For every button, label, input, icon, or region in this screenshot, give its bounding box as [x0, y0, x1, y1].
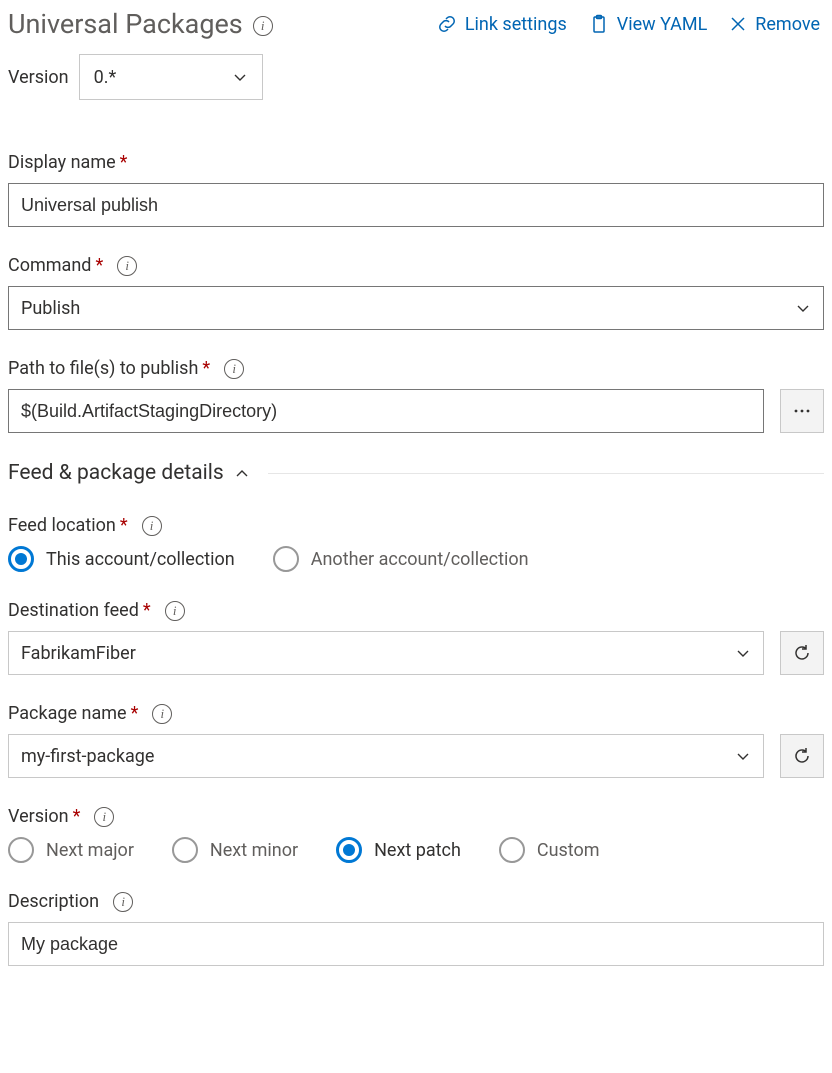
browse-button[interactable]	[780, 389, 824, 433]
info-icon[interactable]: i	[113, 892, 133, 912]
info-icon[interactable]: i	[224, 359, 244, 379]
info-icon[interactable]: i	[152, 704, 172, 724]
radio-circle-icon	[273, 546, 299, 572]
radio-label: This account/collection	[46, 549, 235, 570]
link-icon	[437, 14, 457, 34]
view-yaml-button[interactable]: View YAML	[589, 14, 708, 35]
path-input[interactable]	[8, 389, 764, 433]
chevron-down-icon	[795, 300, 811, 316]
view-yaml-label: View YAML	[617, 14, 708, 35]
info-icon[interactable]: i	[165, 601, 185, 621]
refresh-destination-button[interactable]	[780, 631, 824, 675]
divider	[268, 473, 824, 474]
destination-feed-value: FabrikamFiber	[21, 643, 136, 664]
refresh-icon	[792, 746, 812, 766]
path-label: Path to file(s) to publish	[8, 358, 198, 379]
radio-label: Custom	[537, 840, 600, 861]
package-name-select[interactable]: my-first-package	[8, 734, 764, 778]
clipboard-icon	[589, 14, 609, 34]
radio-label: Next patch	[374, 840, 461, 861]
radio-circle-icon	[172, 837, 198, 863]
display-name-input[interactable]	[8, 183, 824, 227]
page-title: Universal Packages	[8, 8, 243, 40]
link-settings-label: Link settings	[465, 14, 567, 35]
radio-next-minor[interactable]: Next minor	[172, 837, 298, 863]
version-label: Version	[8, 806, 69, 827]
info-icon[interactable]: i	[142, 516, 162, 536]
package-name-value: my-first-package	[21, 746, 154, 767]
radio-circle-icon	[499, 837, 525, 863]
chevron-down-icon	[735, 748, 751, 764]
description-input[interactable]	[8, 922, 824, 966]
radio-label: Next major	[46, 840, 134, 861]
radio-circle-icon	[8, 837, 34, 863]
command-label: Command	[8, 255, 91, 276]
radio-feed-this-account[interactable]: This account/collection	[8, 546, 235, 572]
package-name-label: Package name	[8, 703, 127, 724]
section-title: Feed & package details	[8, 461, 224, 485]
radio-custom[interactable]: Custom	[499, 837, 600, 863]
task-version-select[interactable]: 0.*	[79, 54, 263, 100]
chevron-down-icon	[735, 645, 751, 661]
radio-dot-icon	[336, 837, 362, 863]
more-icon	[793, 402, 811, 420]
info-icon[interactable]: i	[117, 256, 137, 276]
refresh-icon	[792, 643, 812, 663]
destination-feed-select[interactable]: FabrikamFiber	[8, 631, 764, 675]
refresh-package-button[interactable]	[780, 734, 824, 778]
radio-next-patch[interactable]: Next patch	[336, 837, 461, 863]
command-value: Publish	[21, 298, 80, 319]
remove-label: Remove	[755, 14, 820, 35]
feed-location-label: Feed location	[8, 515, 116, 536]
close-icon	[729, 15, 747, 33]
display-name-label: Display name	[8, 152, 116, 173]
description-label: Description	[8, 891, 99, 912]
radio-feed-another-account[interactable]: Another account/collection	[273, 546, 529, 572]
radio-label: Next minor	[210, 840, 298, 861]
link-settings-button[interactable]: Link settings	[437, 14, 567, 35]
radio-next-major[interactable]: Next major	[8, 837, 134, 863]
section-toggle-feed-details[interactable]: Feed & package details	[8, 461, 824, 485]
destination-feed-label: Destination feed	[8, 600, 139, 621]
radio-label: Another account/collection	[311, 549, 529, 570]
radio-dot-icon	[8, 546, 34, 572]
command-select[interactable]: Publish	[8, 286, 824, 330]
task-version-value: 0.*	[94, 67, 117, 88]
info-icon[interactable]: i	[94, 807, 114, 827]
chevron-down-icon	[232, 69, 248, 85]
chevron-up-icon	[234, 465, 250, 481]
remove-button[interactable]: Remove	[729, 14, 820, 35]
task-version-label: Version	[8, 67, 69, 88]
info-icon[interactable]: i	[253, 16, 273, 36]
